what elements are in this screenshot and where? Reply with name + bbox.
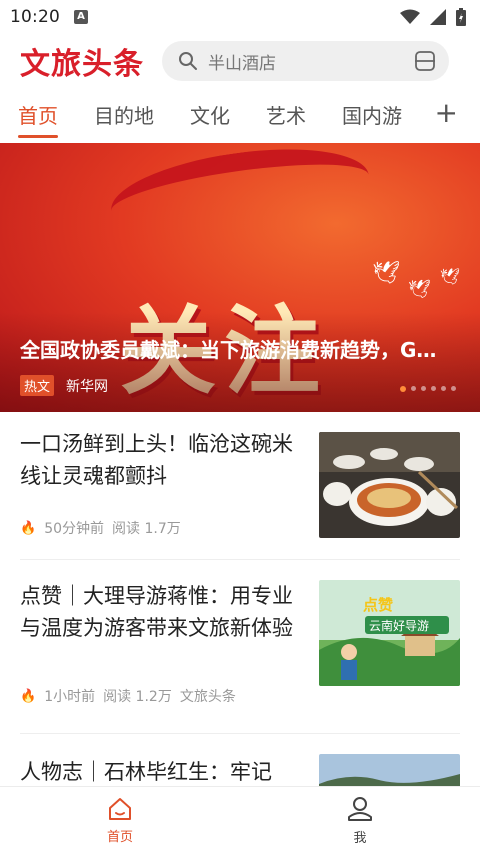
cellular-signal-icon — [430, 9, 446, 25]
article-time: 1小时前 — [44, 689, 96, 705]
thumb-text-guide: 云南好导游 — [369, 618, 429, 633]
wifi-icon — [400, 9, 420, 24]
nav-home[interactable]: 首页 — [0, 787, 240, 853]
carousel-indicator — [400, 386, 456, 392]
notification-icon: A — [74, 10, 88, 24]
carousel-dot — [451, 386, 456, 391]
hot-icon: 🔥 — [20, 520, 37, 536]
app-header: 文旅头条 半山酒店 — [0, 40, 480, 82]
carousel-dot-active — [400, 386, 406, 392]
tab-home[interactable]: 首页 — [18, 100, 58, 138]
article-headline[interactable]: 一口汤鲜到上头！临沧这碗米线让灵魂都颤抖 — [20, 428, 298, 492]
article-meta: 🔥 50分钟前 阅读 1.7万 — [20, 518, 181, 538]
search-icon — [179, 52, 197, 70]
featured-banner[interactable]: 关注 🕊 🕊 🕊 全国政协委员戴斌：当下旅游消费新趋势，G… 热文 新华网 — [0, 143, 480, 412]
scan-icon[interactable] — [413, 49, 437, 73]
carousel-dot — [421, 386, 426, 391]
carousel-dot — [431, 386, 436, 391]
thumb-text-like: 点赞 — [363, 596, 393, 614]
tab-art[interactable]: 艺术 — [266, 100, 306, 129]
tab-domestic-travel[interactable]: 国内游 — [342, 100, 402, 129]
article-headline[interactable]: 点赞｜大理导游蒋惟：用专业与温度为游客带来文旅新体验 — [20, 580, 298, 644]
hot-badge: 热文 — [20, 375, 55, 396]
article-reads: 阅读 1.7万 — [112, 521, 181, 537]
article-card[interactable]: 点赞｜大理导游蒋惟：用专业与温度为游客带来文旅新体验 点赞 云南好导游 🔥 1小… — [20, 560, 460, 734]
status-time: 10:20 — [10, 7, 60, 27]
dove-icon: 🕊 — [408, 279, 431, 300]
tab-destination[interactable]: 目的地 — [94, 100, 154, 129]
banner-title[interactable]: 全国政协委员戴斌：当下旅游消费新趋势，G… — [20, 334, 465, 363]
article-source: 文旅头条 — [179, 689, 236, 705]
status-bar: 10:20 A — [0, 0, 480, 34]
user-icon — [348, 796, 372, 821]
nav-home-label: 首页 — [106, 829, 133, 845]
dove-icon: 🕊 — [372, 261, 400, 286]
article-time: 50分钟前 — [44, 521, 105, 537]
battery-icon — [456, 8, 466, 26]
dove-icon: 🕊 — [440, 267, 461, 286]
home-icon — [109, 797, 131, 820]
article-thumbnail[interactable] — [319, 754, 460, 786]
article-card[interactable]: 一口汤鲜到上头！临沧这碗米线让灵魂都颤抖 🔥 50分钟前 阅读 1.7万 — [20, 412, 460, 560]
app-logo: 文旅头条 — [20, 47, 144, 82]
carousel-dot — [441, 386, 446, 391]
hot-icon: 🔥 — [20, 688, 37, 704]
article-headline[interactable]: 人物志｜石林毕红生：牢记 — [20, 756, 310, 786]
article-meta: 🔥 1小时前 阅读 1.2万 文旅头条 — [20, 686, 236, 706]
bottom-nav: 首页 我 — [0, 786, 480, 853]
nav-me-label: 我 — [353, 830, 367, 846]
article-thumbnail[interactable]: 点赞 云南好导游 — [319, 580, 460, 686]
banner-meta: 热文 新华网 — [20, 375, 108, 396]
article-card[interactable]: 人物志｜石林毕红生：牢记 — [20, 734, 460, 786]
banner-source: 新华网 — [66, 378, 109, 395]
search-bar[interactable]: 半山酒店 — [162, 41, 449, 81]
add-tab-button[interactable]: + — [435, 98, 458, 128]
tab-culture[interactable]: 文化 — [190, 100, 230, 129]
category-tabs: 首页 目的地 文化 艺术 国内游 — [0, 92, 480, 138]
carousel-dot — [411, 386, 416, 391]
article-thumbnail[interactable] — [319, 432, 460, 538]
article-feed: 一口汤鲜到上头！临沧这碗米线让灵魂都颤抖 🔥 50分钟前 阅读 1.7万 点赞｜… — [0, 412, 480, 786]
article-reads: 阅读 1.2万 — [103, 689, 172, 705]
search-placeholder: 半山酒店 — [208, 53, 276, 74]
nav-me[interactable]: 我 — [240, 787, 480, 853]
status-icons — [400, 8, 466, 26]
banner-ribbon — [105, 143, 375, 251]
